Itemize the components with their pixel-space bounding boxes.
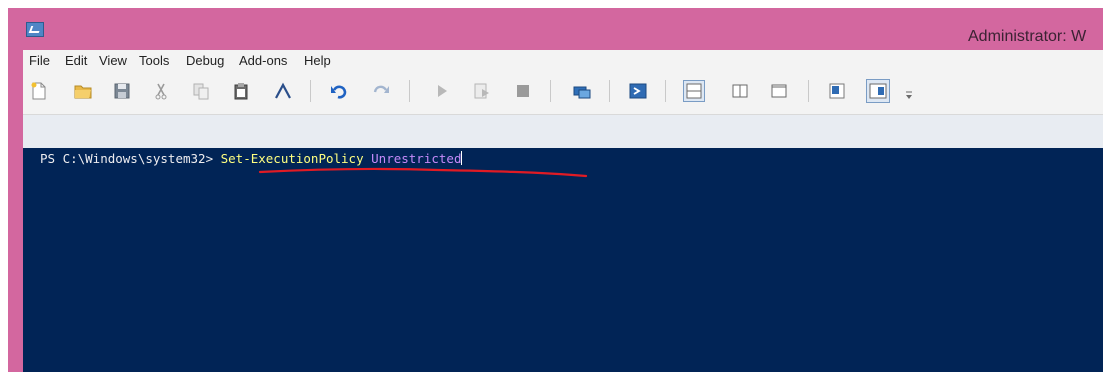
console-input-line[interactable]: PS C:\Windows\system32> Set-ExecutionPol…	[40, 151, 463, 166]
window-title: Administrator: W	[968, 28, 1087, 45]
new-icon[interactable]	[30, 82, 48, 100]
undo-icon[interactable]	[330, 82, 348, 100]
show-commands-icon[interactable]	[828, 82, 846, 100]
console-prompt: PS C:\Windows\system32>	[40, 151, 221, 166]
menu-bar	[23, 50, 1103, 72]
text-caret	[461, 151, 463, 165]
toolbar-separator	[808, 80, 809, 102]
cut-icon[interactable]	[152, 82, 170, 100]
red-annotation-underline	[258, 167, 588, 178]
menu-view[interactable]: View	[99, 53, 127, 68]
powershell-icon[interactable]	[629, 82, 647, 100]
menu-edit[interactable]: Edit	[65, 53, 87, 68]
toolbar-overflow-icon[interactable]	[904, 90, 914, 108]
toolbar-separator	[665, 80, 666, 102]
menu-debug[interactable]: Debug	[186, 53, 224, 68]
clear-icon[interactable]	[274, 82, 292, 100]
paste-icon[interactable]	[232, 82, 250, 100]
run-selection-icon[interactable]	[473, 82, 491, 100]
menu-help[interactable]: Help	[304, 53, 331, 68]
redo-icon[interactable]	[372, 82, 390, 100]
script-pane-collapsed[interactable]	[23, 114, 1103, 149]
powershell-ise-app-icon[interactable]	[26, 22, 44, 37]
menu-tools[interactable]: Tools	[139, 53, 169, 68]
show-addon-icon[interactable]	[866, 79, 890, 103]
toolbar-separator	[609, 80, 610, 102]
layout-top-icon[interactable]	[683, 80, 705, 102]
save-icon[interactable]	[113, 82, 131, 100]
toolbar	[23, 72, 1103, 114]
console-argument: Unrestricted	[371, 151, 462, 166]
remote-icon[interactable]	[573, 82, 591, 100]
console-command: Set-ExecutionPolicy	[220, 151, 364, 166]
menu-file[interactable]: File	[29, 53, 50, 68]
copy-icon[interactable]	[192, 82, 210, 100]
desktop-edge	[0, 0, 8, 372]
layout-right-icon[interactable]	[731, 82, 749, 100]
run-icon[interactable]	[433, 82, 451, 100]
layout-max-icon[interactable]	[770, 82, 788, 100]
stop-icon[interactable]	[514, 82, 532, 100]
console-pane[interactable]	[23, 148, 1103, 372]
toolbar-separator	[310, 80, 311, 102]
toolbar-separator	[550, 80, 551, 102]
toolbar-separator	[409, 80, 410, 102]
menu-add-ons[interactable]: Add-ons	[239, 53, 287, 68]
open-icon[interactable]	[74, 82, 92, 100]
title-bar[interactable]: Administrator: W	[8, 8, 1103, 50]
